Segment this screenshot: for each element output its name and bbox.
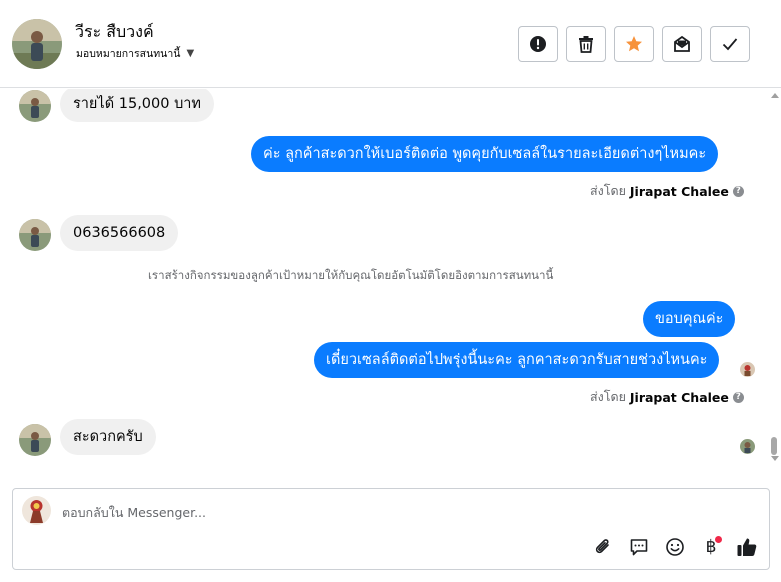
scroll-down-arrow-icon[interactable]	[771, 456, 779, 461]
outgoing-message: ขอบคุณค่ะ	[643, 301, 736, 337]
saved-replies-icon	[630, 539, 648, 556]
sent-by-name: Jirapat Chalee	[629, 183, 729, 199]
incoming-message: 0636566608	[60, 215, 179, 251]
delete-button[interactable]	[566, 26, 606, 62]
sent-by-label: ส่งโดย Jirapat Chalee ?	[590, 387, 744, 407]
caret-down-icon: ▼	[186, 48, 195, 59]
message-thread: รายได้ 15,000 บาท ค่ะ ลูกค้าสะดวกให้เบอร…	[0, 89, 766, 465]
seen-indicator-avatar	[740, 439, 755, 454]
attach-button[interactable]	[591, 534, 615, 560]
composer-tools: ฿	[591, 534, 759, 560]
like-icon	[737, 538, 757, 556]
conversation-actions	[518, 26, 750, 62]
assign-conversation-dropdown[interactable]: มอบหมายการสนทนานี้ ▼	[76, 45, 194, 62]
star-button[interactable]	[614, 26, 654, 62]
page-avatar	[22, 496, 51, 525]
sent-by-label: ส่งโดย Jirapat Chalee ?	[590, 181, 744, 201]
scroll-thumb[interactable]	[771, 437, 777, 455]
customer-avatar[interactable]	[19, 424, 51, 456]
like-button[interactable]	[735, 534, 759, 560]
payment-button[interactable]: ฿	[699, 534, 723, 560]
notification-dot	[715, 536, 722, 543]
mark-unread-button[interactable]	[662, 26, 702, 62]
mark-done-button[interactable]	[710, 26, 750, 62]
customer-avatar[interactable]	[19, 219, 51, 251]
trash-icon	[579, 36, 593, 53]
reply-composer: ฿	[12, 488, 770, 570]
sent-by-prefix: ส่งโดย	[590, 389, 626, 404]
contact-avatar[interactable]	[12, 19, 62, 69]
outgoing-message: ค่ะ ลูกค้าสะดวกให้เบอร์ติดต่อ พูดคุยกับเ…	[251, 136, 719, 172]
incoming-message: สะดวกครับ	[60, 419, 156, 455]
saved-replies-button[interactable]	[627, 534, 651, 560]
outgoing-message: เดี๋ยวเซลล์ติดต่อไปพรุ่งนี้นะคะ ลูกคาสะด…	[314, 342, 720, 378]
contact-name[interactable]: วีระ สืบวงค์	[75, 20, 154, 45]
reply-input[interactable]	[62, 501, 622, 523]
conversation-header: วีระ สืบวงค์ มอบหมายการสนทนานี้ ▼	[0, 0, 781, 88]
assign-label: มอบหมายการสนทนานี้	[76, 48, 181, 60]
incoming-message: รายได้ 15,000 บาท	[60, 89, 214, 122]
attach-icon	[595, 539, 609, 554]
thread-scrollbar[interactable]	[767, 89, 781, 465]
seen-indicator-avatar	[740, 362, 755, 377]
mark-unread-icon	[674, 35, 690, 52]
scroll-up-arrow-icon[interactable]	[771, 93, 779, 98]
report-icon	[530, 36, 546, 52]
emoji-button[interactable]	[663, 534, 687, 560]
customer-avatar[interactable]	[19, 90, 51, 122]
check-icon	[722, 38, 738, 51]
star-icon	[626, 36, 642, 52]
sent-by-name: Jirapat Chalee	[629, 389, 729, 405]
emoji-icon	[666, 538, 684, 556]
report-button[interactable]	[518, 26, 558, 62]
system-note: เราสร้างกิจกรรมของลูกค้าเป้าหมายให้กับคุ…	[148, 268, 554, 282]
help-icon[interactable]: ?	[732, 185, 744, 197]
help-icon[interactable]: ?	[732, 391, 744, 403]
sent-by-prefix: ส่งโดย	[590, 183, 626, 198]
